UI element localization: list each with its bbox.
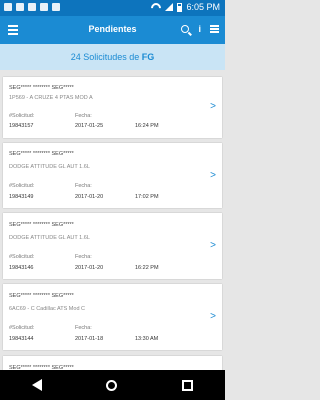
notification-icon	[4, 3, 12, 11]
client-name: SEG***** ******** SEG*****	[9, 222, 74, 228]
request-date: 2017-01-25	[75, 123, 104, 129]
notification-icons	[4, 3, 60, 11]
date-label: Fecha:	[75, 183, 92, 189]
request-number: 19843146	[9, 265, 34, 271]
request-label: #Solicitud:	[9, 254, 35, 260]
system-nav-bar	[0, 370, 225, 400]
request-time: 13:30 AM	[135, 336, 159, 342]
requests-summary: 24 Solicitudes de FG	[0, 44, 225, 70]
requests-owner: FG	[141, 52, 155, 62]
request-number: 19843144	[9, 336, 34, 342]
recent-apps-icon[interactable]	[181, 379, 193, 391]
date-label: Fecha:	[75, 113, 92, 119]
notification-icon	[52, 3, 60, 11]
date-label: Fecha:	[75, 325, 92, 331]
chevron-right-icon[interactable]: >	[210, 240, 216, 251]
requests-count-text: 24 Solicitudes de	[70, 52, 142, 62]
request-label: #Solicitud:	[9, 325, 35, 331]
request-time: 16:24 PM	[135, 123, 159, 129]
chevron-right-icon[interactable]: >	[210, 170, 216, 181]
request-label: #Solicitud:	[9, 113, 35, 119]
notification-icon	[28, 3, 36, 11]
request-date: 2017-01-20	[75, 194, 104, 200]
info-button[interactable]: i	[198, 24, 201, 34]
battery-icon	[177, 2, 183, 12]
chevron-right-icon[interactable]: >	[210, 101, 216, 112]
search-icon[interactable]	[181, 25, 190, 33]
request-card[interactable]: SEG***** ******** SEG***** 6AC69 - C Cad…	[3, 284, 222, 350]
vehicle-description: DODGE ATTITUDE GL AUT 1.6L	[9, 235, 90, 241]
wifi-icon	[151, 3, 161, 11]
request-date: 2017-01-18	[75, 336, 104, 342]
sliders-icon[interactable]	[210, 25, 219, 33]
request-label: #Solicitud:	[9, 183, 35, 189]
back-icon[interactable]	[32, 379, 43, 391]
request-date: 2017-01-20	[75, 265, 104, 271]
signal-icon	[165, 3, 174, 11]
vehicle-description: 1P569 - A CRUZE 4 PTAS MOD A	[9, 95, 93, 101]
chevron-right-icon[interactable]: >	[210, 311, 216, 322]
vehicle-description: 6AC69 - C Cadillac ATS Mod C	[9, 306, 86, 312]
date-label: Fecha:	[75, 254, 92, 260]
request-number: 19843149	[9, 194, 34, 200]
request-number: 19843157	[9, 123, 34, 129]
request-time: 16:22 PM	[135, 265, 159, 271]
client-name: SEG***** ******** SEG*****	[9, 151, 74, 157]
app-bar: Pendientes i	[0, 16, 225, 44]
notification-icon	[16, 3, 24, 11]
status-bar: 6:05 PM	[0, 0, 225, 16]
status-time: 6:05 PM	[186, 2, 220, 12]
request-card[interactable]: SEG***** ******** SEG***** 1P569 - A CRU…	[3, 77, 222, 138]
notification-icon	[40, 3, 48, 11]
request-card[interactable]: SEG***** ******** SEG***** DODGE ATTITUD…	[3, 213, 222, 279]
request-time: 17:02 PM	[135, 194, 159, 200]
home-icon[interactable]	[106, 379, 118, 391]
client-name: SEG***** ******** SEG*****	[9, 85, 74, 91]
client-name: SEG***** ******** SEG*****	[9, 293, 74, 299]
vehicle-description: DODGE ATTITUDE GL AUT 1.6L	[9, 164, 90, 170]
request-card[interactable]: SEG***** ******** SEG***** DODGE ATTITUD…	[3, 143, 222, 208]
